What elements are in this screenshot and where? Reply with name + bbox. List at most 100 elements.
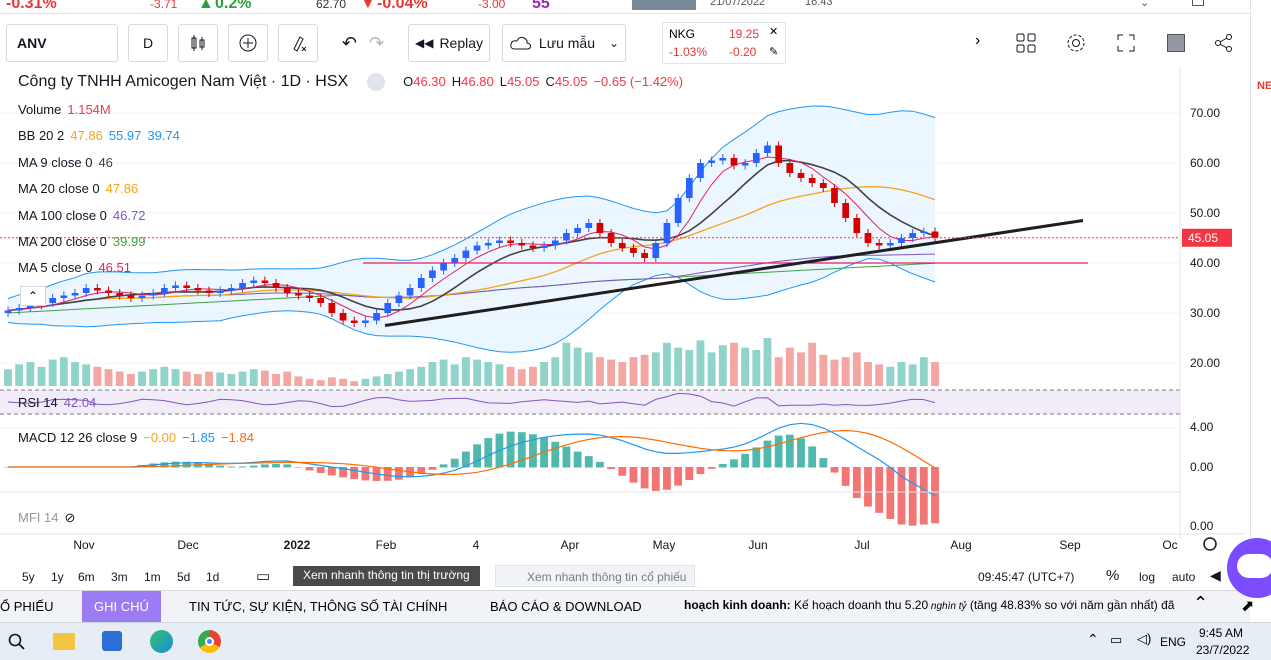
candle-body	[518, 243, 526, 246]
range-1m[interactable]: 1m	[144, 570, 161, 584]
legend-ma5[interactable]: MA 5 close 0 46.51	[18, 260, 137, 275]
chevron-down-icon[interactable]: ⌄	[1140, 0, 1149, 9]
chevron-left-icon[interactable]: ◀	[1210, 567, 1221, 584]
tab-stocks[interactable]: Ổ PHIẾU	[0, 599, 53, 614]
legend-ma20[interactable]: MA 20 close 0 47.86	[18, 181, 144, 196]
store-icon[interactable]	[102, 631, 122, 651]
search-icon[interactable]	[8, 633, 26, 651]
candle-body	[440, 263, 447, 271]
tab-notes[interactable]: GHI CHÚ	[82, 591, 161, 622]
close-icon[interactable]: ✕	[769, 25, 778, 38]
candles-icon	[191, 35, 205, 51]
price-chart[interactable]: 70.0060.0050.0040.0030.0020.0045.054.000…	[0, 68, 1244, 558]
percent-toggle[interactable]: %	[1106, 567, 1119, 584]
legend-macd[interactable]: MACD 12 26 close 9 −0.00 −1.85 −1.84	[18, 430, 260, 445]
snapshot-button[interactable]	[1156, 24, 1196, 62]
indicator-label: MA 20 close 0	[18, 181, 100, 196]
taskbar-time[interactable]: 9:45 AM	[1199, 626, 1243, 640]
candle-body	[317, 298, 325, 303]
candle-body	[618, 243, 626, 248]
range-3m[interactable]: 3m	[111, 570, 128, 584]
range-1d[interactable]: 1d	[206, 570, 219, 584]
legend-collapse-button[interactable]: ⌃	[20, 286, 46, 306]
date-range-icon[interactable]: ▭	[256, 567, 270, 585]
legend-volume[interactable]: Volume 1.154M	[18, 102, 117, 117]
add-indicator-button[interactable]	[228, 24, 268, 62]
candle-body	[652, 243, 660, 258]
expand-icon[interactable]: ⬈	[1241, 596, 1254, 616]
range-1y[interactable]: 1y	[51, 570, 64, 584]
macd-histogram-bar	[730, 459, 738, 468]
range-5y[interactable]: 5y	[22, 570, 35, 584]
redo-icon[interactable]: ↷	[369, 33, 384, 54]
time-tick-label: Jul	[854, 538, 869, 552]
macd-histogram-bar	[908, 467, 917, 526]
macd-histogram-bar	[305, 467, 314, 471]
legend-ma9[interactable]: MA 9 close 0 46	[18, 155, 119, 170]
volume-bar	[71, 362, 79, 386]
chevron-right-icon[interactable]: ›	[975, 32, 980, 50]
replay-button[interactable]: ◀◀ Replay	[408, 24, 490, 62]
volume-bar	[931, 362, 939, 386]
file-explorer-icon[interactable]	[53, 633, 75, 650]
news-marquee[interactable]: hoạch kinh doanh: Kế hoạch doanh thu 5.2…	[684, 598, 1184, 612]
volume-bar	[193, 374, 202, 386]
tab-reports[interactable]: BÁO CÁO & DOWNLOAD	[490, 599, 642, 614]
collapse-icon[interactable]	[366, 73, 385, 91]
time-axis[interactable]: Nov Dec 2022 Feb 4 Apr May Jun Jul Aug Sep Oc	[0, 533, 1244, 552]
volume-bar	[808, 342, 817, 386]
compare-symbol-widget[interactable]: NKG 19.25 ✕ -1.03% -0.20 ✎	[662, 22, 786, 64]
gear-icon[interactable]	[1203, 537, 1217, 551]
volume-bar	[394, 371, 403, 386]
legend-rsi[interactable]: RSI 14 42.04	[18, 395, 102, 410]
layout-button[interactable]	[1006, 24, 1046, 62]
share-button[interactable]	[1204, 24, 1244, 62]
range-bar: 5y 1y 6m 3m 1m 5d 1d ▭ Xem nhanh thông t…	[0, 565, 1244, 589]
volume-bar	[383, 374, 392, 386]
ticker-strip: -0.31% -3.71 ▲ 0.2% 62.70 ▼ -0.04% -3.00…	[0, 0, 1271, 14]
candle-body	[462, 250, 470, 258]
volume-bar	[763, 338, 772, 386]
fullscreen-button[interactable]	[1106, 24, 1146, 62]
symbol-search-input[interactable]: ANV	[6, 24, 118, 62]
chevron-up-icon[interactable]: ⌃	[1087, 631, 1099, 648]
candle-body	[764, 145, 771, 153]
macd-histogram-bar	[841, 467, 850, 486]
ticker-value: 62.70	[316, 0, 347, 11]
candle-body	[685, 178, 693, 198]
macd-histogram-bar	[327, 467, 336, 476]
eye-off-icon[interactable]: ⊘	[64, 510, 75, 525]
window-box-icon[interactable]	[1192, 0, 1204, 6]
pen-alert-icon	[293, 36, 307, 52]
volume-icon[interactable]: ◁)	[1137, 631, 1151, 647]
chevron-up-icon[interactable]: ⌃	[1193, 593, 1208, 614]
edit-icon[interactable]: ✎	[769, 45, 778, 58]
volume-bar	[238, 371, 247, 386]
language-indicator[interactable]: ENG	[1160, 635, 1186, 649]
legend-ma200[interactable]: MA 200 close 0 39.99	[18, 234, 151, 249]
legend-mfi[interactable]: MFI 14 ⊘	[18, 510, 81, 526]
quick-market-button[interactable]: Xem nhanh thông tin thị trường	[293, 566, 480, 586]
tab-news[interactable]: TIN TỨC, SỰ KIỆN, THÔNG SỐ TÀI CHÍNH	[189, 599, 447, 614]
candle-body	[417, 278, 425, 288]
legend-bb[interactable]: BB 20 2 47.86 55.97 39.74	[18, 128, 186, 143]
range-6m[interactable]: 6m	[78, 570, 95, 584]
macd-histogram-bar	[852, 467, 861, 498]
battery-icon[interactable]: ▭	[1110, 632, 1122, 648]
auto-toggle[interactable]: auto	[1172, 570, 1195, 584]
volume-bar	[517, 369, 526, 386]
alert-button[interactable]	[278, 24, 318, 62]
chart-type-button[interactable]	[178, 24, 218, 62]
save-layout-button[interactable]: Lưu mẫu ⌄	[502, 24, 626, 62]
macd-histogram-bar	[875, 467, 884, 513]
candle-body	[641, 253, 648, 258]
taskbar-date[interactable]: 23/7/2022	[1196, 643, 1249, 657]
edge-icon[interactable]	[150, 630, 173, 653]
range-5d[interactable]: 5d	[177, 570, 190, 584]
interval-button[interactable]: D	[128, 24, 168, 62]
settings-button[interactable]	[1056, 24, 1096, 62]
log-toggle[interactable]: log	[1139, 570, 1155, 584]
undo-icon[interactable]: ↶	[342, 33, 357, 54]
legend-ma100[interactable]: MA 100 close 0 46.72	[18, 208, 151, 223]
square-icon	[1167, 34, 1185, 52]
